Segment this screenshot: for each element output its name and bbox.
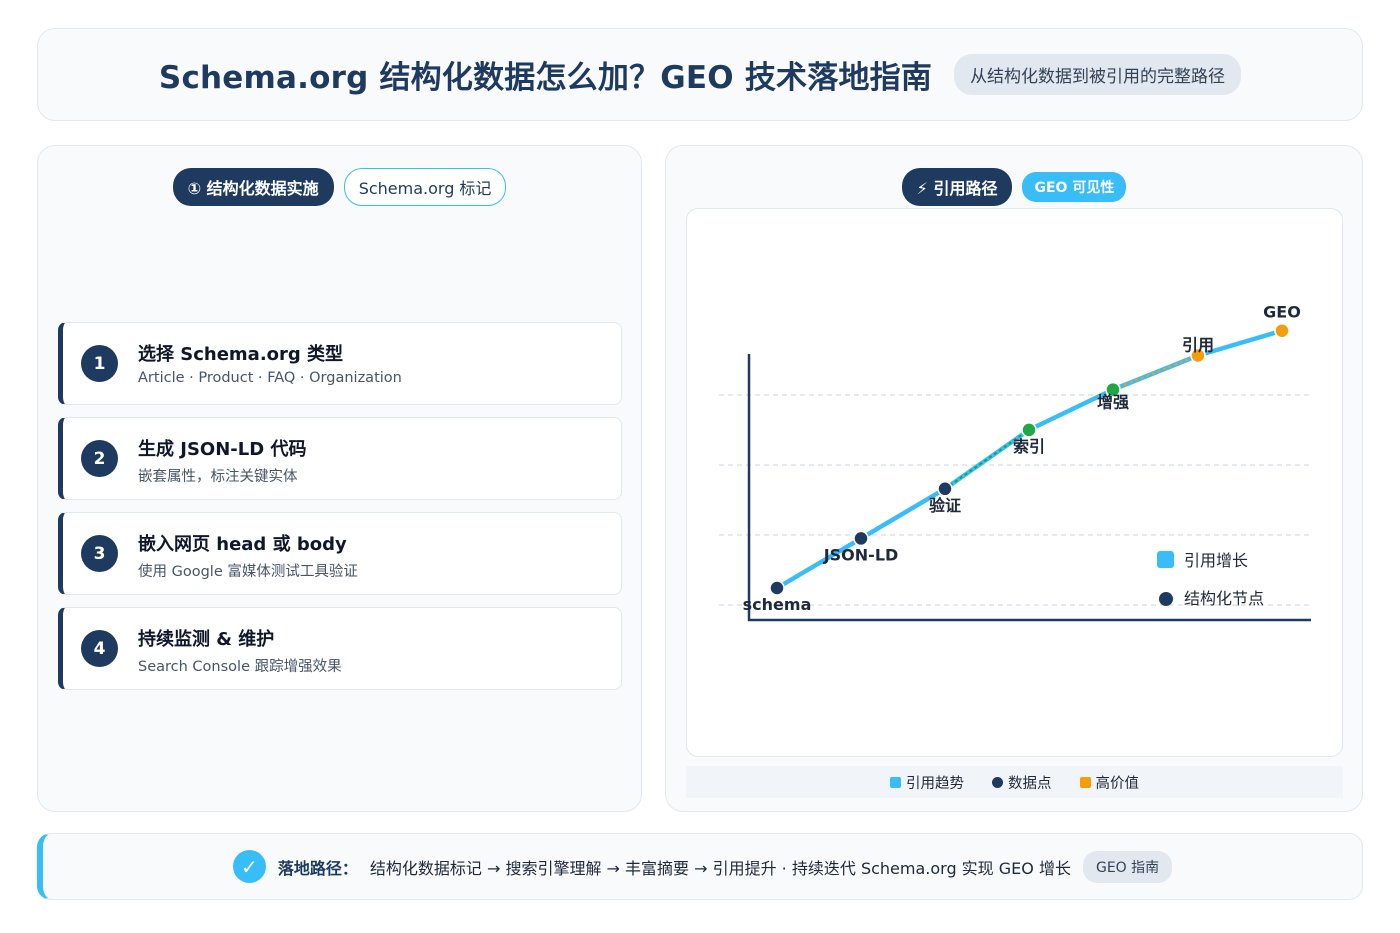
step-number: 3 [81, 535, 118, 572]
step-description: 嵌套属性，标注关键实体 [138, 469, 298, 485]
dot-icon [992, 776, 1003, 788]
point-label: GEO [1263, 303, 1301, 322]
header-card: Schema.org 结构化数据怎么加？GEO 技术落地指南 从结构化数据到被引… [37, 28, 1363, 121]
legend-trend: 引用趋势 [890, 772, 964, 793]
implementation-panel: ① 结构化数据实施 Schema.org 标记 1 选择 Schema.org … [37, 145, 642, 812]
implementation-tabs: ① 结构化数据实施 Schema.org 标记 [38, 168, 641, 206]
data-point [937, 481, 953, 497]
square-icon [1079, 776, 1091, 788]
legend-swatch-growth [1157, 551, 1174, 568]
step-card: 4 持续监测 & 维护 Search Console 跟踪增强效果 [58, 607, 622, 690]
citation-tabs: ⚡ 引用路径 GEO 可见性 [666, 168, 1362, 206]
point-label: JSON-LD [823, 545, 899, 564]
legend-high-value: 高价值 [1079, 772, 1139, 793]
tab-implementation[interactable]: ① 结构化数据实施 [172, 168, 334, 206]
point-label: 验证 [929, 496, 961, 515]
point-label: 索引 [1013, 437, 1045, 456]
data-point [1274, 322, 1290, 339]
step-title: 选择 Schema.org 类型 [138, 344, 344, 365]
legend-label-nodes: 结构化节点 [1184, 589, 1264, 608]
step-title: 生成 JSON-LD 代码 [138, 439, 307, 460]
step-number: 2 [81, 440, 118, 477]
square-icon [890, 776, 901, 788]
legend-label-growth: 引用增长 [1184, 551, 1248, 570]
point-label: 引用 [1182, 336, 1214, 355]
page-title: Schema.org 结构化数据怎么加？GEO 技术落地指南 [158, 60, 933, 96]
footer-badge: GEO 指南 [1082, 850, 1173, 883]
chart-container: schema JSON-LD 验证 索引 增强 引用 GEO 引用增长结构化节点 [686, 208, 1343, 757]
check-icon: ✓ [232, 850, 266, 883]
step-card: 3 嵌入网页 head 或 body 使用 Google 富媒体测试工具验证 [58, 512, 622, 595]
footer-label: 落地路径： [277, 858, 358, 878]
tab-geo-visibility[interactable]: GEO 可见性 [1022, 172, 1127, 202]
step-card: 1 选择 Schema.org 类型 Article · Product · F… [58, 322, 622, 405]
legend-points: 数据点 [992, 772, 1052, 793]
step-number: 1 [81, 345, 118, 382]
tab-schema-markup[interactable]: Schema.org 标记 [343, 168, 507, 206]
data-point [853, 530, 869, 547]
chart-bottom-legend: 引用趋势 数据点 高价值 [686, 766, 1343, 798]
step-description: Article · Product · FAQ · Organization [138, 370, 402, 386]
step-title: 嵌入网页 head 或 body [138, 534, 347, 555]
footer-text: 结构化数据标记 → 搜索引擎理解 → 丰富摘要 → 引用提升 · 持续迭代 Sc… [369, 858, 1071, 878]
step-card: 2 生成 JSON-LD 代码 嵌套属性，标注关键实体 [58, 417, 622, 500]
step-number: 4 [81, 630, 118, 667]
citation-path-panel: ⚡ 引用路径 GEO 可见性 schema JSON-LD 验证 索引 增强 引用 GEO 引… [665, 145, 1363, 812]
legend-swatch-nodes [1159, 592, 1173, 606]
step-title: 持续监测 & 维护 [138, 629, 275, 650]
point-label: schema [743, 595, 812, 614]
subtitle-badge: 从结构化数据到被引用的完整路径 [954, 54, 1242, 95]
data-point [769, 580, 785, 596]
point-label: 增强 [1097, 393, 1129, 412]
step-description: Search Console 跟踪增强效果 [138, 659, 342, 675]
footer-summary: ✓ 落地路径： 结构化数据标记 → 搜索引擎理解 → 丰富摘要 → 引用提升 ·… [37, 833, 1363, 900]
data-point [1021, 422, 1037, 438]
citation-line-chart: schema JSON-LD 验证 索引 增强 引用 GEO 引用增长结构化节点 [719, 303, 1311, 622]
tab-citation-path[interactable]: ⚡ 引用路径 [901, 168, 1013, 206]
step-description: 使用 Google 富媒体测试工具验证 [138, 564, 358, 580]
